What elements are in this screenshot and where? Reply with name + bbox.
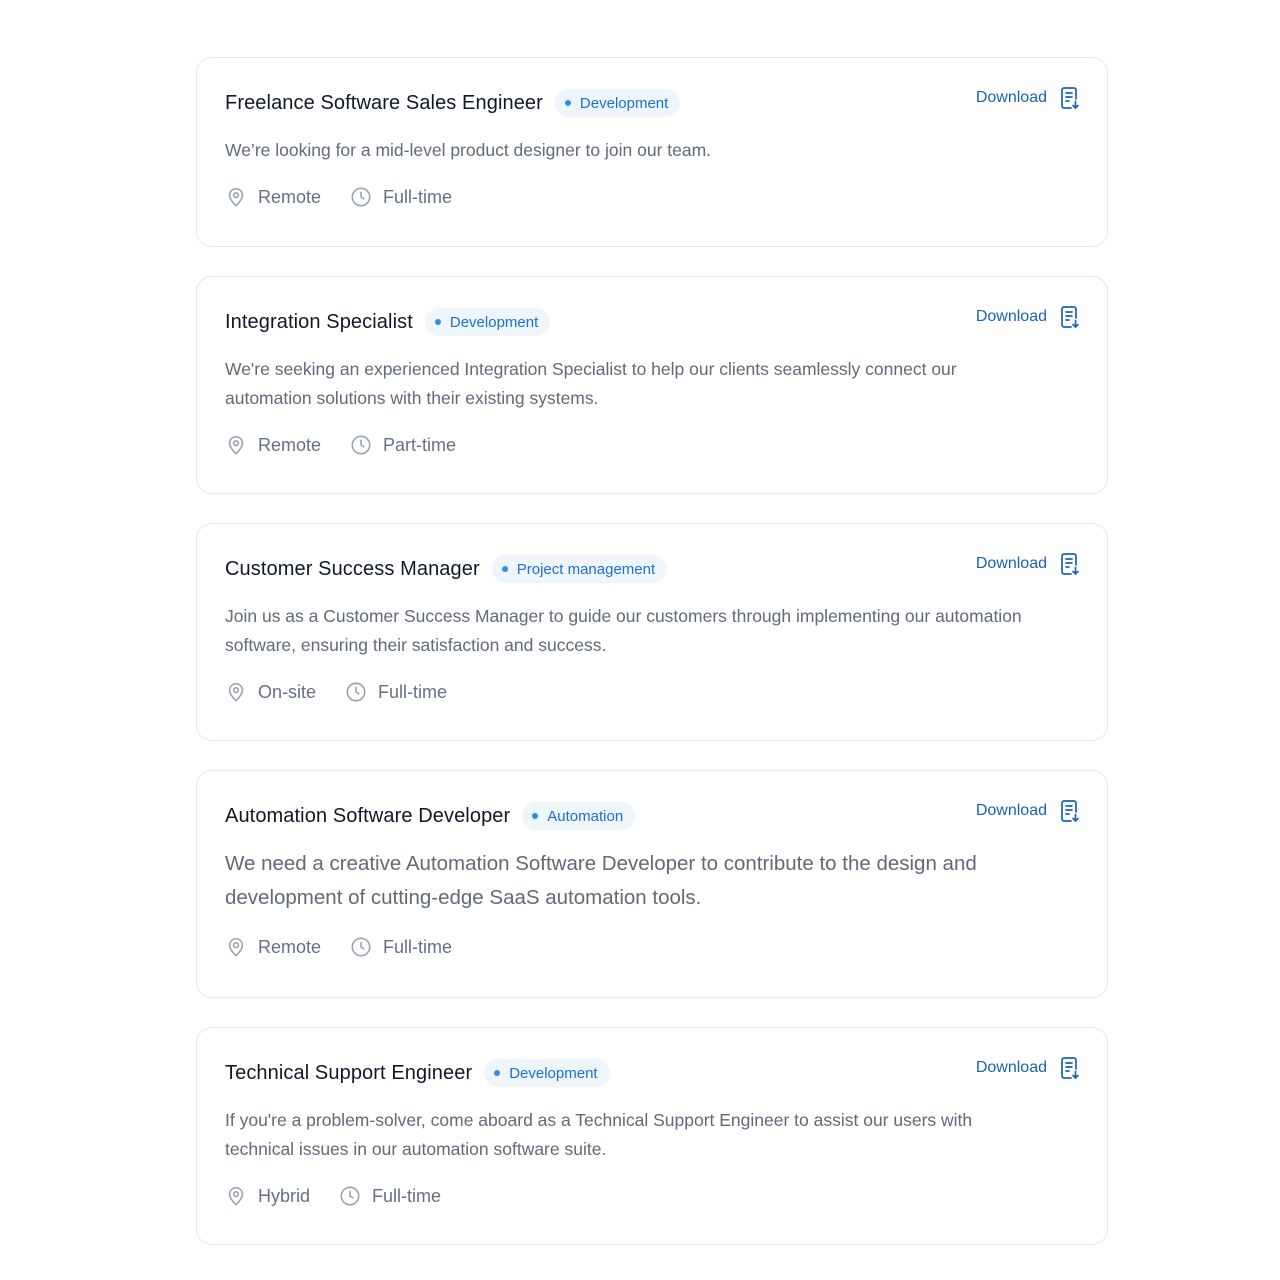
badge-dot-icon bbox=[501, 566, 508, 572]
job-description: Join us as a Customer Success Manager to… bbox=[225, 606, 1022, 655]
employment-type-info: Full-time bbox=[350, 186, 452, 208]
download-document-icon bbox=[1059, 799, 1081, 823]
job-description: We need a creative Automation Software D… bbox=[225, 852, 977, 909]
location-label: Remote bbox=[258, 936, 322, 957]
employment-type-label: Part-time bbox=[383, 434, 457, 455]
job-title[interactable]: Technical Support Engineer bbox=[225, 1062, 472, 1085]
category-badge: Development bbox=[484, 1059, 610, 1087]
category-badge: Development bbox=[554, 89, 681, 117]
job-card[interactable]: Customer Success Manager Project managem… bbox=[196, 523, 1108, 741]
map-pin-icon bbox=[225, 936, 258, 958]
employment-type-info: Full-time bbox=[350, 936, 452, 958]
job-meta: Remote Full-time bbox=[225, 933, 1079, 961]
job-description: If you're a problem-solver, come aboard … bbox=[225, 1110, 973, 1159]
category-label: Project management bbox=[516, 560, 656, 578]
clock-icon bbox=[350, 434, 383, 456]
category-label: Development bbox=[449, 313, 539, 331]
badge-dot-icon bbox=[532, 813, 539, 819]
employment-type-label: Full-time bbox=[372, 1185, 442, 1206]
employment-type-label: Full-time bbox=[383, 186, 453, 207]
job-title[interactable]: Freelance Software Sales Engineer bbox=[225, 92, 543, 115]
map-pin-icon bbox=[225, 681, 258, 703]
location-label: Remote bbox=[258, 434, 322, 455]
job-card[interactable]: Automation Software Developer Automation… bbox=[196, 770, 1108, 998]
job-title-row: Automation Software Developer Automation bbox=[225, 801, 1079, 831]
category-badge: Development bbox=[424, 308, 551, 336]
location-label: On-site bbox=[258, 681, 317, 702]
job-description: We’re looking for a mid-level product de… bbox=[225, 140, 712, 160]
employment-type-info: Part-time bbox=[350, 434, 456, 456]
download-label: Download bbox=[975, 89, 1047, 106]
location-info: Remote bbox=[225, 186, 321, 208]
map-pin-icon bbox=[225, 434, 258, 456]
location-info: Hybrid bbox=[225, 1185, 310, 1207]
download-document-icon bbox=[1059, 305, 1081, 329]
employment-type-label: Full-time bbox=[378, 681, 448, 702]
job-description: We're seeking an experienced Integration… bbox=[225, 359, 957, 408]
category-label: Development bbox=[579, 94, 669, 112]
download-label: Download bbox=[975, 555, 1047, 572]
job-meta: Remote Full-time bbox=[225, 183, 1079, 211]
job-meta: Remote Part-time bbox=[225, 431, 1079, 459]
job-title[interactable]: Customer Success Manager bbox=[225, 558, 480, 581]
badge-dot-icon bbox=[434, 319, 441, 325]
job-card[interactable]: Technical Support Engineer Development D… bbox=[196, 1027, 1108, 1245]
badge-dot-icon bbox=[494, 1070, 501, 1076]
download-button[interactable]: Download bbox=[976, 305, 1081, 329]
download-document-icon bbox=[1059, 86, 1081, 110]
download-document-icon bbox=[1059, 1056, 1081, 1080]
download-button[interactable]: Download bbox=[976, 86, 1081, 110]
map-pin-icon bbox=[225, 186, 258, 208]
clock-icon bbox=[339, 1185, 372, 1207]
download-button[interactable]: Download bbox=[976, 1056, 1081, 1080]
employment-type-info: Full-time bbox=[339, 1185, 441, 1207]
clock-icon bbox=[345, 681, 378, 703]
job-title-row: Freelance Software Sales Engineer Develo… bbox=[225, 88, 1079, 118]
employment-type-info: Full-time bbox=[345, 681, 447, 703]
job-title[interactable]: Integration Specialist bbox=[225, 311, 413, 334]
job-card[interactable]: Freelance Software Sales Engineer Develo… bbox=[196, 57, 1108, 247]
location-label: Hybrid bbox=[258, 1185, 311, 1206]
download-label: Download bbox=[975, 802, 1047, 819]
download-button[interactable]: Download bbox=[976, 799, 1081, 823]
category-label: Development bbox=[509, 1064, 598, 1082]
download-label: Download bbox=[975, 308, 1047, 325]
job-meta: Hybrid Full-time bbox=[225, 1182, 1079, 1210]
job-title-row: Technical Support Engineer Development bbox=[225, 1058, 1079, 1088]
location-info: On-site bbox=[225, 681, 316, 703]
location-info: Remote bbox=[225, 936, 321, 958]
download-button[interactable]: Download bbox=[976, 552, 1081, 576]
category-label: Automation bbox=[547, 807, 624, 825]
category-badge: Project management bbox=[491, 555, 668, 583]
employment-type-label: Full-time bbox=[383, 936, 453, 957]
download-document-icon bbox=[1059, 552, 1081, 576]
job-title[interactable]: Automation Software Developer bbox=[225, 805, 510, 828]
job-title-row: Integration Specialist Development bbox=[225, 307, 1079, 337]
clock-icon bbox=[350, 186, 383, 208]
map-pin-icon bbox=[225, 1185, 258, 1207]
category-badge: Automation bbox=[522, 802, 636, 830]
location-info: Remote bbox=[225, 434, 321, 456]
download-label: Download bbox=[975, 1059, 1047, 1076]
job-card[interactable]: Integration Specialist Development Downl… bbox=[196, 276, 1108, 494]
job-meta: On-site Full-time bbox=[225, 678, 1079, 706]
clock-icon bbox=[350, 936, 383, 958]
job-list: Freelance Software Sales Engineer Develo… bbox=[196, 57, 1108, 1245]
badge-dot-icon bbox=[564, 100, 571, 106]
job-title-row: Customer Success Manager Project managem… bbox=[225, 554, 1079, 584]
location-label: Remote bbox=[258, 186, 322, 207]
